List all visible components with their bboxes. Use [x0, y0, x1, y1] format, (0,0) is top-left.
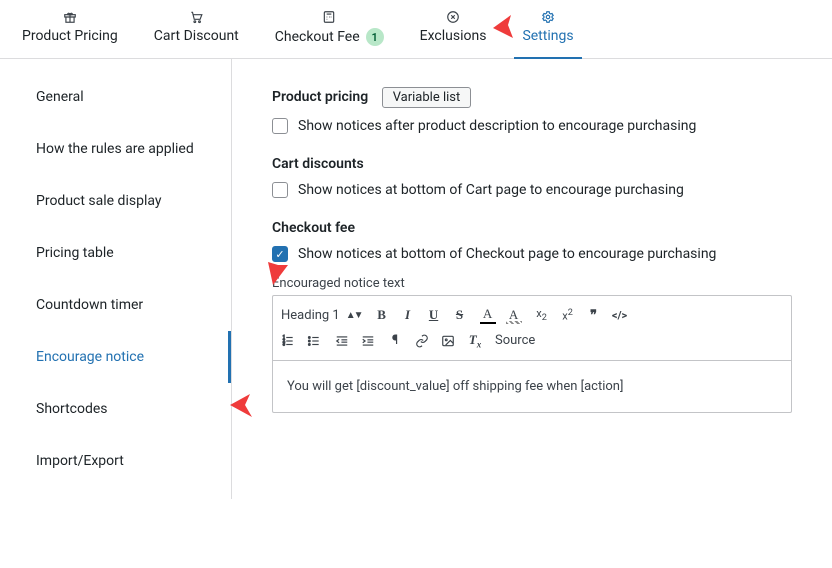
- bg-color-button[interactable]: A: [506, 307, 522, 323]
- italic-button[interactable]: I: [400, 307, 416, 323]
- strikethrough-button[interactable]: S: [452, 307, 468, 323]
- sidebar-item-label: How the rules are applied: [36, 141, 194, 157]
- indent-group: ¶: [335, 333, 403, 348]
- editor-body[interactable]: You will get [discount_value] off shippi…: [273, 361, 791, 412]
- updown-icon: ▲▼: [346, 310, 362, 321]
- sidebar-item-rules-applied[interactable]: How the rules are applied: [0, 123, 231, 175]
- list-group: 123: [281, 334, 323, 348]
- clear-format-button[interactable]: Tx: [467, 332, 483, 350]
- sidebar-item-label: Countdown timer: [36, 297, 143, 313]
- cart-discounts-checkbox[interactable]: [272, 182, 288, 198]
- toolbar-row-1: Heading 1 ▲▼ B I U S A A: [281, 302, 783, 328]
- sidebar-item-encourage-notice[interactable]: Encourage notice: [0, 331, 231, 383]
- paragraph-button[interactable]: ¶: [387, 333, 403, 348]
- tab-product-pricing[interactable]: Product Pricing: [4, 0, 136, 58]
- cart-discounts-section: Cart discounts Show notices at bottom of…: [272, 156, 792, 198]
- main-panel: Product pricing Variable list Show notic…: [232, 59, 832, 499]
- insert-group: Tx: [415, 332, 483, 350]
- heading-select[interactable]: Heading 1 ▲▼: [281, 308, 362, 323]
- subscript-button[interactable]: x2: [534, 307, 550, 323]
- indent-button[interactable]: [361, 334, 377, 348]
- sidebar-item-import-export[interactable]: Import/Export: [0, 435, 231, 487]
- content-area: General How the rules are applied Produc…: [0, 59, 832, 499]
- tab-text: Checkout Fee: [275, 29, 360, 45]
- checkout-fee-checkbox[interactable]: [272, 246, 288, 262]
- cart-discounts-check-label: Show notices at bottom of Cart page to e…: [298, 182, 684, 198]
- checkout-fee-badge: 1: [366, 28, 384, 46]
- gear-icon: [541, 10, 555, 24]
- checkout-fee-section: Checkout fee Show notices at bottom of C…: [272, 220, 792, 413]
- tab-label: Settings: [522, 28, 573, 44]
- superscript-button[interactable]: x2: [560, 308, 576, 323]
- checkout-fee-check-row: Show notices at bottom of Checkout page …: [272, 246, 792, 262]
- settings-sidebar: General How the rules are applied Produc…: [0, 59, 232, 499]
- outdent-button[interactable]: [335, 334, 351, 348]
- link-button[interactable]: [415, 334, 431, 348]
- cart-discounts-title: Cart discounts: [272, 156, 792, 172]
- checkout-fee-check-label: Show notices at bottom of Checkout page …: [298, 246, 716, 262]
- numbered-list-button[interactable]: 123: [281, 334, 297, 348]
- toolbar-row-2: 123 ¶ Tx Source: [281, 328, 783, 354]
- cart-discounts-check-row: Show notices at bottom of Cart page to e…: [272, 182, 792, 198]
- tab-checkout-fee[interactable]: Checkout Fee 1: [257, 0, 402, 58]
- code-button[interactable]: </>: [612, 309, 628, 322]
- heading-select-label: Heading 1: [281, 308, 340, 323]
- product-pricing-checkbox[interactable]: [272, 118, 288, 134]
- product-pricing-title: Product pricing: [272, 89, 368, 105]
- tab-settings[interactable]: Settings: [504, 0, 591, 58]
- sidebar-item-general[interactable]: General: [0, 71, 231, 123]
- tab-cart-discount[interactable]: Cart Discount: [136, 0, 257, 58]
- product-pricing-section: Product pricing Variable list Show notic…: [272, 87, 792, 134]
- sidebar-item-pricing-table[interactable]: Pricing table: [0, 227, 231, 279]
- sidebar-item-label: Encourage notice: [36, 349, 144, 365]
- rich-text-editor: Heading 1 ▲▼ B I U S A A: [272, 295, 792, 413]
- format-group: B I U S: [374, 307, 468, 323]
- color-group: A A: [480, 306, 522, 324]
- sidebar-item-label: General: [36, 89, 84, 105]
- tab-label: Product Pricing: [22, 28, 118, 44]
- tab-label: Exclusions: [420, 28, 487, 44]
- script-group: x2 x2 ❞ </>: [534, 307, 628, 323]
- underline-button[interactable]: U: [426, 307, 442, 323]
- product-pricing-check-row: Show notices after product description t…: [272, 118, 792, 134]
- sidebar-item-product-sale-display[interactable]: Product sale display: [0, 175, 231, 227]
- image-button[interactable]: [441, 334, 457, 348]
- svg-text:3: 3: [283, 341, 286, 346]
- product-pricing-check-label: Show notices after product description t…: [298, 118, 696, 134]
- text-color-button[interactable]: A: [480, 306, 496, 324]
- variable-list-button[interactable]: Variable list: [382, 87, 472, 108]
- editor-toolbar: Heading 1 ▲▼ B I U S A A: [273, 296, 791, 361]
- checkout-fee-title: Checkout fee: [272, 220, 792, 236]
- tab-label: Cart Discount: [154, 28, 239, 44]
- top-tabs: Product Pricing Cart Discount Checkout F…: [0, 0, 832, 59]
- quote-button[interactable]: ❞: [586, 308, 602, 323]
- source-button[interactable]: Source: [495, 333, 535, 348]
- editor-label: Encouraged notice text: [272, 276, 792, 291]
- tab-exclusions[interactable]: Exclusions: [402, 0, 505, 58]
- calc-icon: [322, 10, 336, 24]
- app-wrapper: Product Pricing Cart Discount Checkout F…: [0, 0, 832, 499]
- sidebar-item-label: Product sale display: [36, 193, 162, 209]
- tab-label: Checkout Fee 1: [275, 28, 384, 46]
- gift-icon: [63, 10, 77, 24]
- x-circle-icon: [446, 10, 460, 24]
- bold-button[interactable]: B: [374, 307, 390, 323]
- bullet-list-button[interactable]: [307, 334, 323, 348]
- sidebar-item-shortcodes[interactable]: Shortcodes: [0, 383, 231, 435]
- cart-icon: [189, 10, 203, 24]
- sidebar-item-label: Shortcodes: [36, 401, 108, 417]
- sidebar-item-label: Import/Export: [36, 453, 124, 469]
- sidebar-item-countdown-timer[interactable]: Countdown timer: [0, 279, 231, 331]
- sidebar-item-label: Pricing table: [36, 245, 114, 261]
